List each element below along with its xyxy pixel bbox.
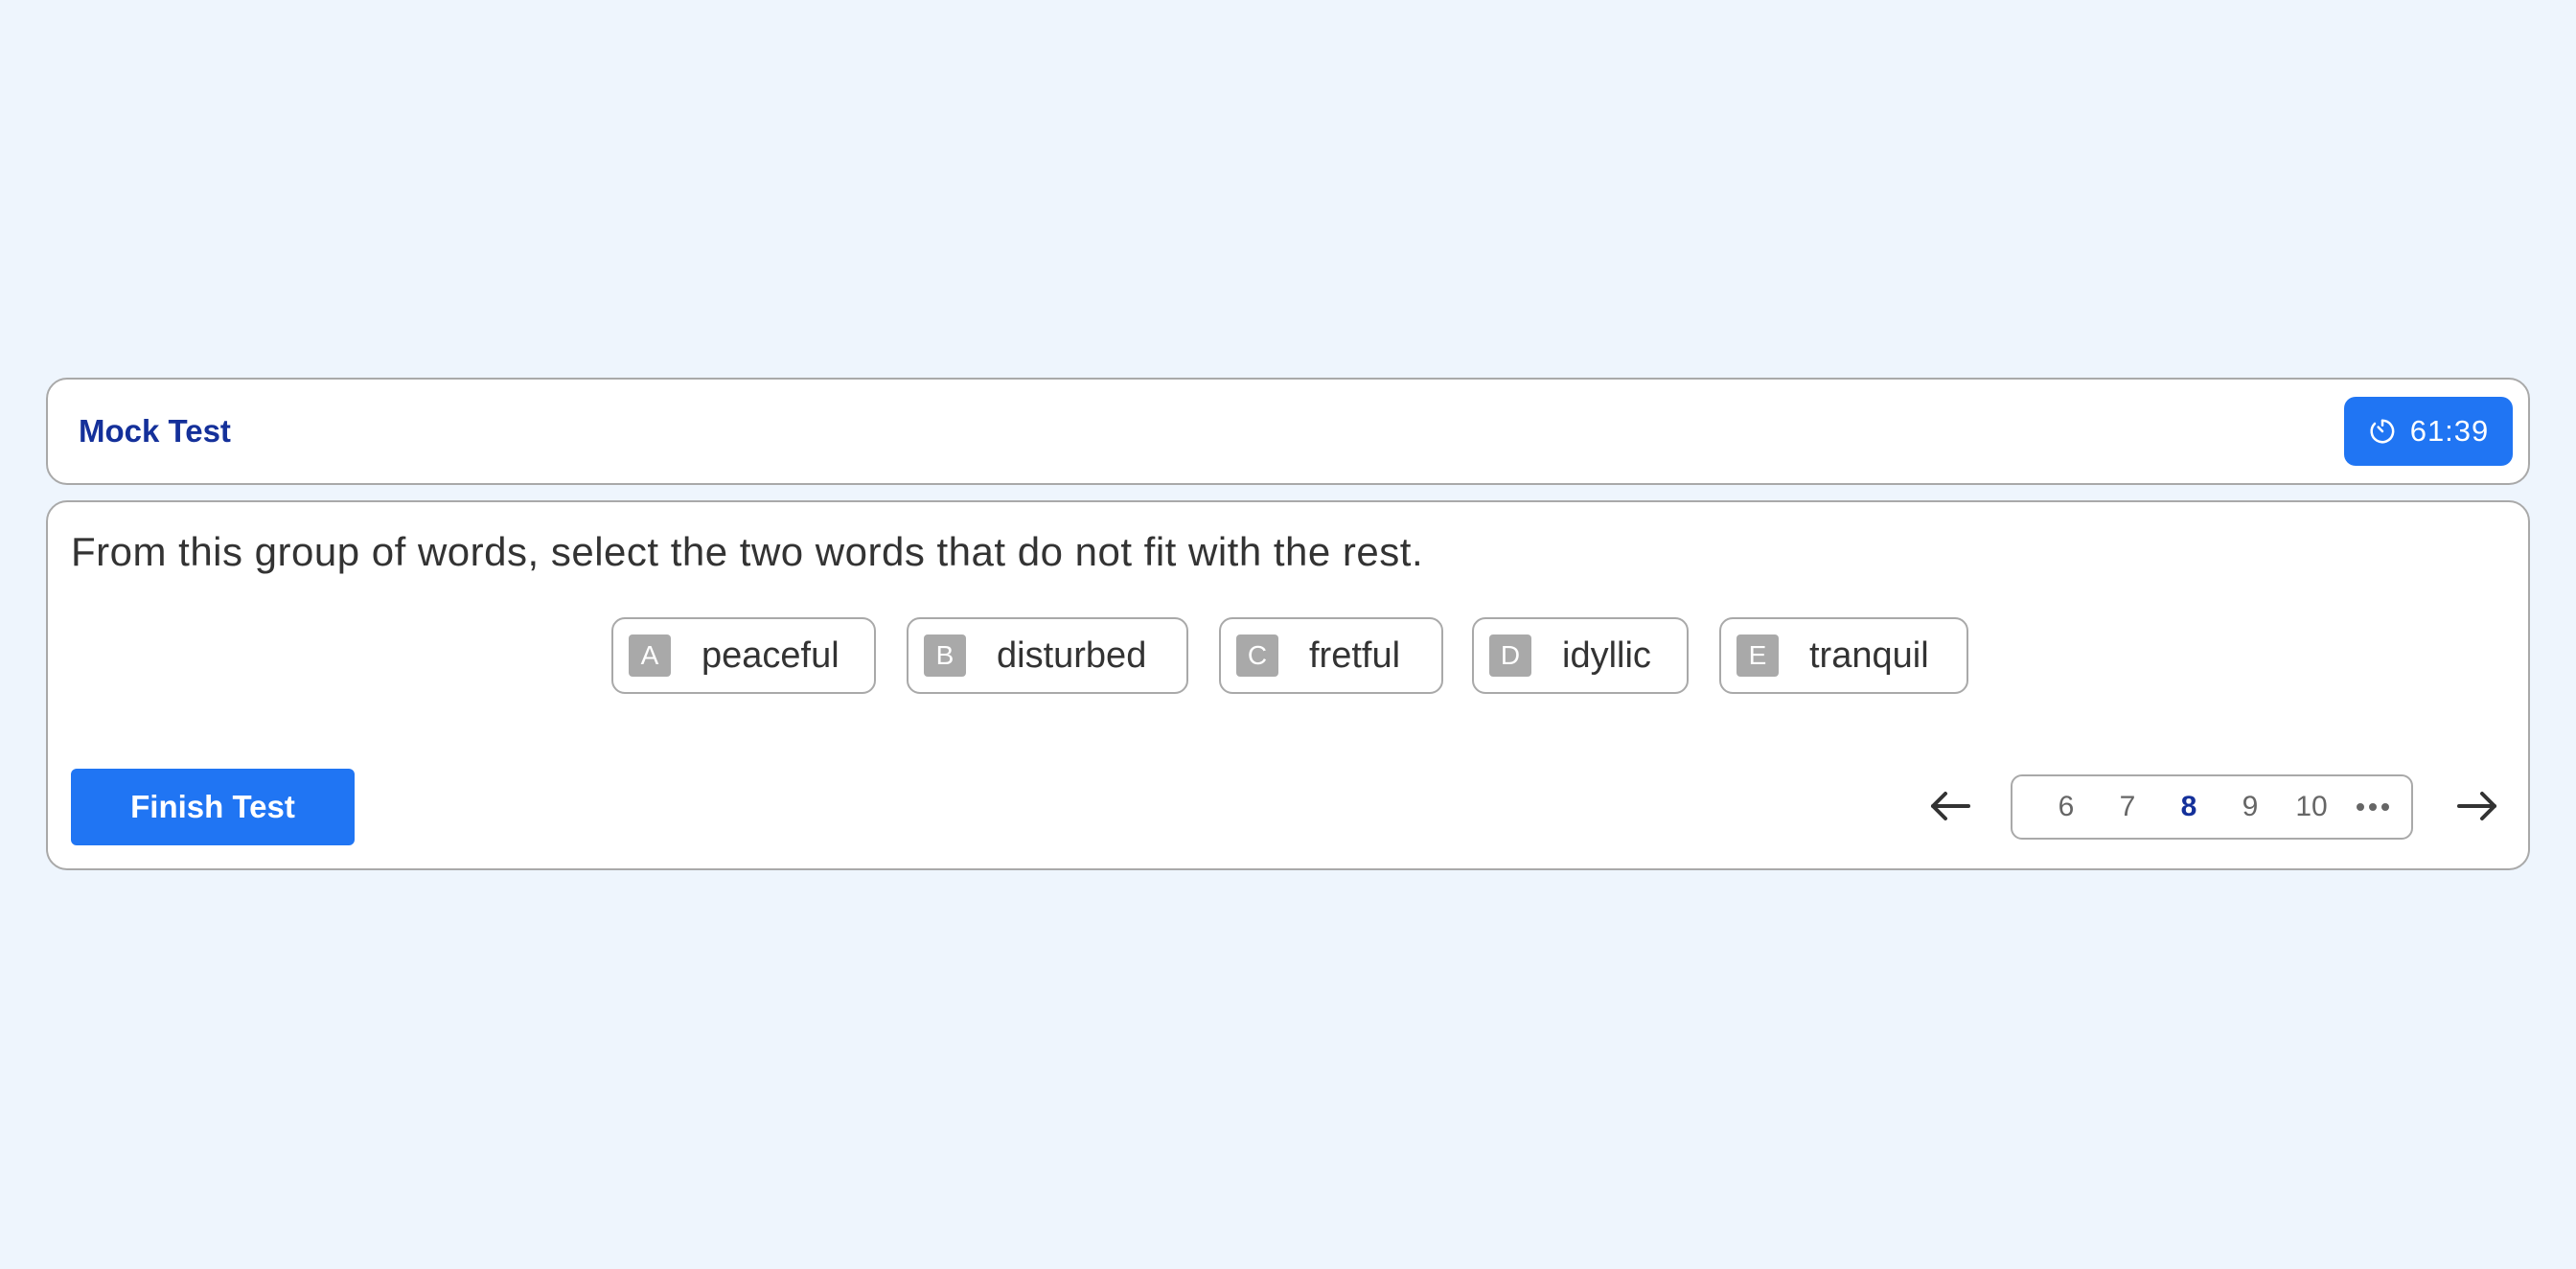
page-9[interactable]: 9 — [2220, 791, 2281, 823]
option-word: disturbed — [997, 634, 1147, 676]
page-8-current[interactable]: 8 — [2158, 791, 2220, 823]
question-card: From this group of words, select the two… — [46, 500, 2530, 870]
option-d[interactable]: D idyllic — [1472, 617, 1689, 694]
timer-badge: 61:39 — [2344, 397, 2513, 466]
option-letter: C — [1236, 634, 1278, 677]
option-a[interactable]: A peaceful — [611, 617, 876, 694]
option-word: peaceful — [702, 634, 840, 676]
option-letter: A — [629, 634, 671, 677]
option-letter: E — [1736, 634, 1779, 677]
option-letter: B — [924, 634, 966, 677]
timer-value: 61:39 — [2409, 414, 2490, 448]
header-bar: Mock Test 61:39 — [46, 378, 2530, 485]
page-10[interactable]: 10 — [2281, 791, 2342, 823]
timer-icon — [2370, 419, 2395, 444]
next-question-button[interactable] — [2453, 782, 2501, 830]
arrow-right-icon — [2457, 792, 2496, 820]
option-b[interactable]: B disturbed — [907, 617, 1188, 694]
option-word: tranquil — [1809, 634, 1929, 676]
option-e[interactable]: E tranquil — [1719, 617, 1968, 694]
prev-question-button[interactable] — [1926, 782, 1974, 830]
page-7[interactable]: 7 — [2097, 791, 2158, 823]
question-text: From this group of words, select the two… — [71, 529, 1424, 574]
option-word: fretful — [1309, 634, 1401, 676]
ellipsis-icon[interactable] — [2342, 803, 2404, 811]
arrow-left-icon — [1931, 792, 1970, 820]
finish-test-button[interactable]: Finish Test — [71, 769, 355, 845]
option-letter: D — [1489, 634, 1531, 677]
app-title: Mock Test — [79, 413, 231, 449]
option-c[interactable]: C fretful — [1219, 617, 1443, 694]
pagination: 6 7 8 9 10 — [2011, 774, 2413, 840]
page-6[interactable]: 6 — [2036, 791, 2097, 823]
option-word: idyllic — [1562, 634, 1651, 676]
